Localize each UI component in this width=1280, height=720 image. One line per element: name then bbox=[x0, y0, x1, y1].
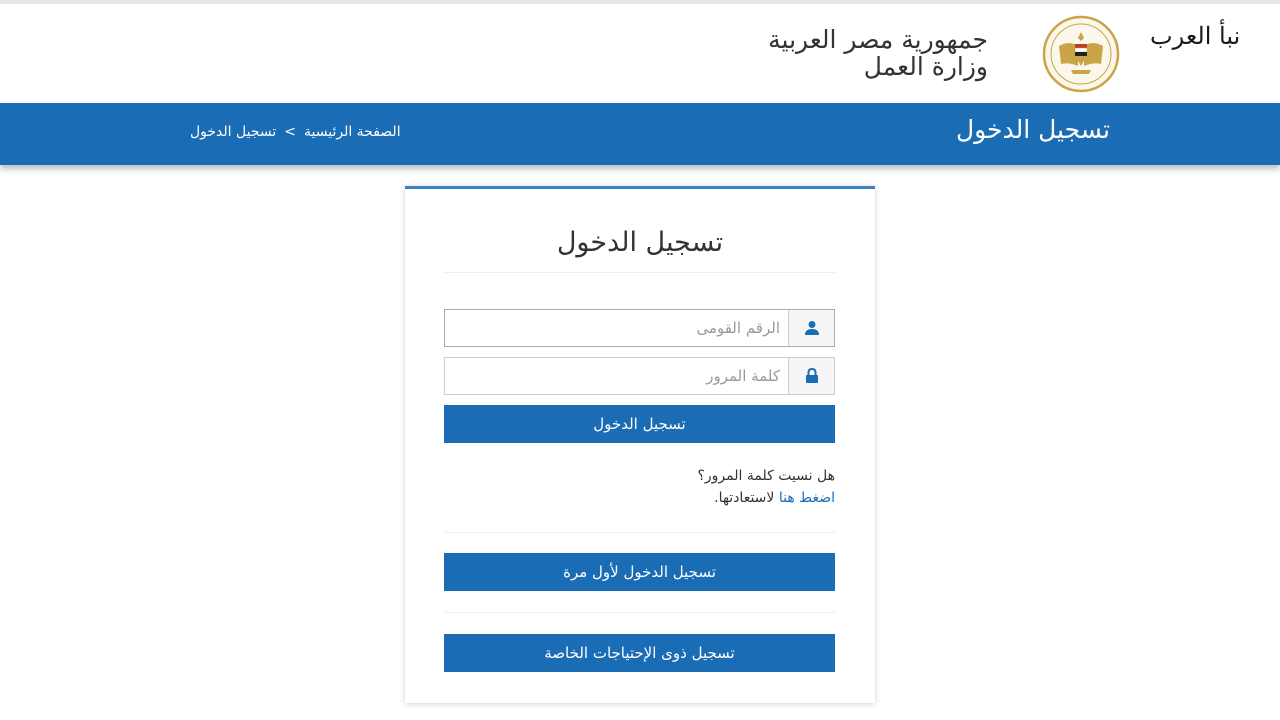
breadcrumb: الصفحة الرئيسية > تسجيل الدخول bbox=[190, 124, 401, 140]
title-divider bbox=[445, 272, 835, 273]
forgot-password-question: هل نسيت كلمة المرور؟ bbox=[697, 468, 835, 484]
login-card: تسجيل الدخول تسجيل الدخول هل نسيت كلمة ا… bbox=[405, 186, 875, 703]
eagle-emblem-icon bbox=[1031, 14, 1131, 94]
national-id-input[interactable] bbox=[445, 310, 788, 346]
country-name: جمهورية مصر العربية bbox=[768, 25, 988, 54]
breadcrumb-separator: > bbox=[284, 124, 296, 140]
breadcrumb-current: تسجيل الدخول bbox=[190, 124, 277, 140]
password-input[interactable] bbox=[445, 358, 788, 394]
section-divider bbox=[445, 532, 835, 533]
forgot-password-section: هل نسيت كلمة المرور؟ اضغط هنا لاستعادتها… bbox=[697, 465, 835, 509]
ministry-title: وزارة العمل bbox=[863, 52, 988, 81]
user-icon bbox=[788, 310, 834, 346]
login-title: تسجيل الدخول bbox=[556, 227, 724, 258]
breadcrumb-home-link[interactable]: الصفحة الرئيسية bbox=[304, 124, 401, 140]
login-button[interactable]: تسجيل الدخول bbox=[444, 405, 835, 443]
national-id-field bbox=[444, 309, 835, 347]
special-needs-register-button[interactable]: تسجيل ذوى الإحتياجات الخاصة bbox=[444, 634, 835, 672]
ministry-name: جمهورية مصر العربية وزارة العمل bbox=[768, 26, 988, 80]
forgot-password-suffix: لاستعادتها. bbox=[714, 490, 775, 506]
forgot-password-link[interactable]: اضغط هنا bbox=[779, 490, 835, 506]
section-divider-2 bbox=[445, 612, 835, 613]
first-time-login-button[interactable]: تسجيل الدخول لأول مرة bbox=[444, 553, 835, 591]
lock-icon bbox=[788, 358, 834, 394]
site-header: نبأ العرب جمهورية مصر العربية وزارة العم… bbox=[0, 4, 1280, 103]
page-title: تسجيل الدخول bbox=[955, 115, 1110, 144]
password-field bbox=[444, 357, 835, 395]
title-bar: تسجيل الدخول الصفحة الرئيسية > تسجيل الد… bbox=[0, 103, 1280, 165]
watermark-text: نبأ العرب bbox=[1150, 22, 1241, 50]
